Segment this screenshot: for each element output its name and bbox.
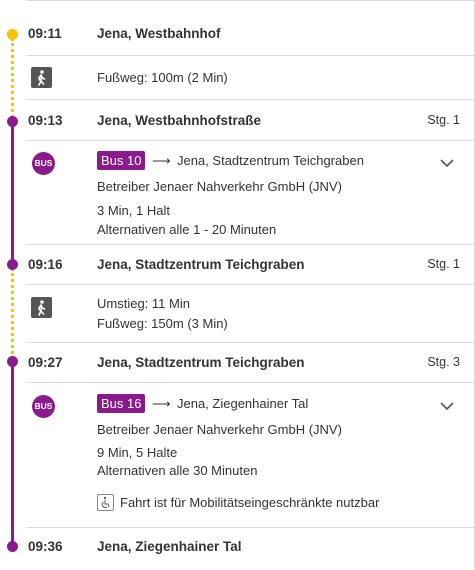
transfer-text: Umstieg: 11 Min <box>97 296 190 311</box>
stop-dot <box>7 29 18 40</box>
line-badge: Bus 10 <box>97 151 146 170</box>
line-destination: Jena, Stadtzentrum Teichgraben <box>177 153 364 168</box>
direction-arrow: ⟶ <box>152 153 171 168</box>
operator-text: Betreiber Jenaer Nahverkehr GmbH (JNV) <box>97 422 342 437</box>
stop-name: Jena, Westbahnhof <box>97 26 221 41</box>
pedestrian-icon <box>31 67 52 88</box>
stop-dot <box>7 116 18 127</box>
operator-text: Betreiber Jenaer Nahverkehr GmbH (JNV) <box>97 179 342 194</box>
walk-line-2 <box>11 268 14 360</box>
stop-name: Jena, Stadtzentrum Teichgraben <box>97 257 305 272</box>
bus-line-1 <box>11 122 14 264</box>
stop-name: Jena, Westbahnhofstraße <box>97 113 262 128</box>
stop-time: 09:36 <box>28 539 63 554</box>
divider <box>26 244 474 245</box>
walk-text: Fußweg: 100m (2 Min) <box>97 70 228 85</box>
stop-time: 09:27 <box>28 355 63 370</box>
pedestrian-icon <box>31 297 52 318</box>
direction-arrow: ⟶ <box>152 396 171 411</box>
divider <box>26 527 474 528</box>
stop-name: Jena, Ziegenhainer Tal <box>97 539 242 554</box>
divider <box>26 99 474 100</box>
divider <box>26 284 474 285</box>
stop-name: Jena, Stadtzentrum Teichgraben <box>97 355 305 370</box>
walk-text: Fußweg: 150m (3 Min) <box>97 316 228 331</box>
divider <box>26 382 474 383</box>
alternatives-text: Alternativen alle 30 Minuten <box>97 463 258 478</box>
line-destination: Jena, Ziegenhainer Tal <box>177 396 309 411</box>
journey-panel: 09:11 Jena, Westbahnhof Fußweg: 100m (2 … <box>0 0 475 570</box>
duration-text: 3 Min, 1 Halt <box>97 203 170 218</box>
divider <box>26 0 474 1</box>
stop-dot <box>7 356 18 367</box>
walk-line-1 <box>11 38 14 118</box>
accessibility-text: Fahrt ist für Mobilitätseingeschränkte n… <box>120 495 380 510</box>
line-badge: Bus 16 <box>97 394 146 413</box>
bus-icon: BUS <box>32 152 55 175</box>
alternatives-text: Alternativen alle 1 - 20 Minuten <box>97 222 277 237</box>
platform-label: Stg. 3 <box>427 355 460 369</box>
wheelchair-icon <box>97 494 114 511</box>
divider <box>26 55 474 56</box>
chevron-down-icon[interactable] <box>440 158 454 168</box>
bus-line-2 <box>11 364 14 546</box>
chevron-down-icon[interactable] <box>440 401 454 411</box>
stop-dot <box>7 541 18 552</box>
duration-text: 9 Min, 5 Halte <box>97 445 178 460</box>
stop-dot <box>7 259 18 270</box>
platform-label: Stg. 1 <box>427 257 460 271</box>
stop-time: 09:11 <box>28 26 62 41</box>
stop-time: 09:16 <box>28 257 63 272</box>
bus-icon: BUS <box>32 395 55 418</box>
divider <box>26 342 474 343</box>
stop-time: 09:13 <box>28 113 63 128</box>
platform-label: Stg. 1 <box>427 113 460 127</box>
divider <box>26 140 474 141</box>
